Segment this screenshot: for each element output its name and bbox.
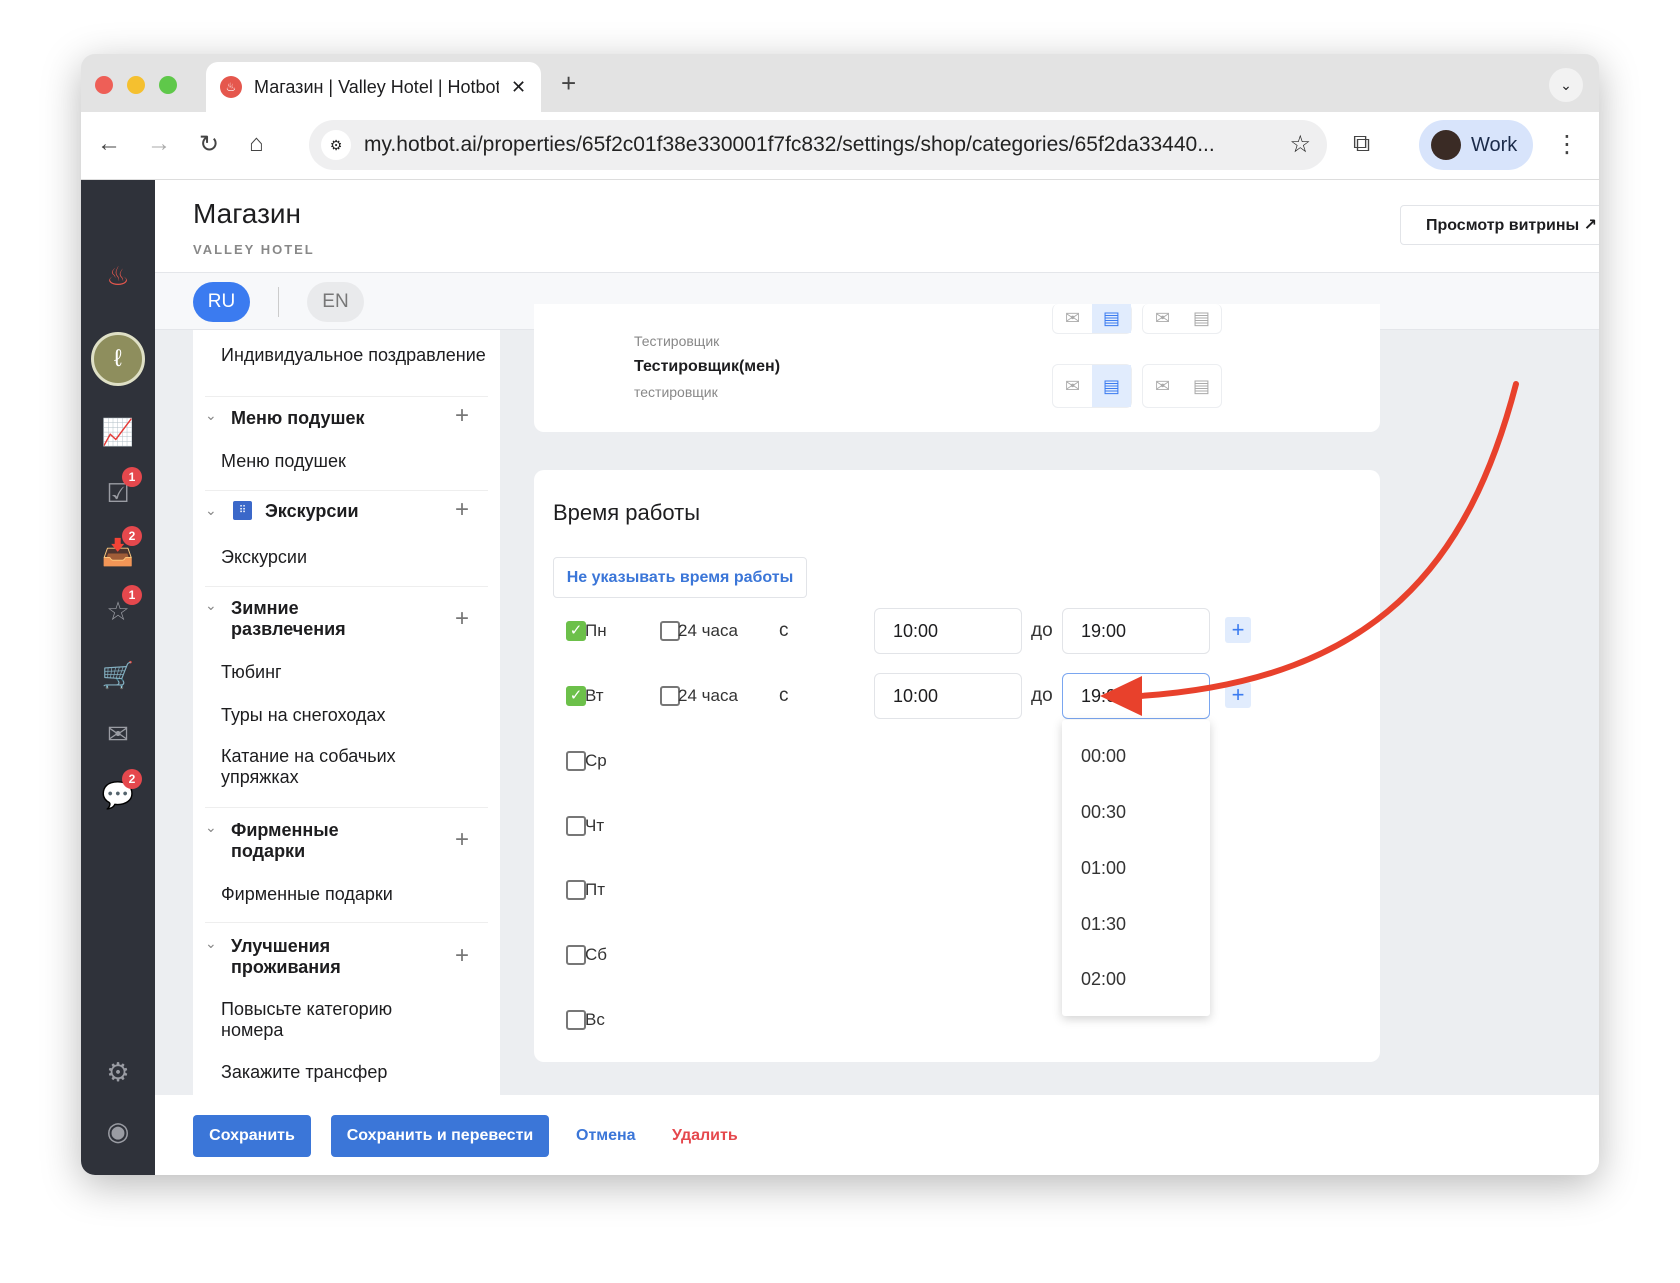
annotation-arrow xyxy=(1100,381,1519,716)
